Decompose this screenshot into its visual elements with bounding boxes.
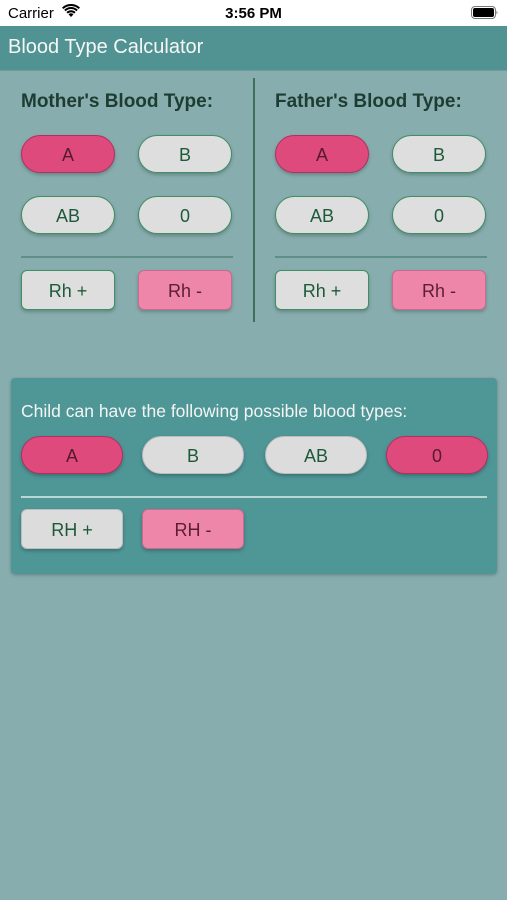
mother-type-0-button[interactable]: 0 [138,196,232,234]
status-bar: Carrier 3:56 PM [0,0,507,26]
parents-divider [253,78,255,322]
mother-type-a-button[interactable]: A [21,135,115,173]
nav-bar: Blood Type Calculator [0,26,507,71]
battery-icon [471,6,499,24]
father-divider [275,256,487,258]
father-section-title: Father's Blood Type: [275,91,462,112]
result-type-b: B [142,436,244,474]
mother-type-b-button[interactable]: B [138,135,232,173]
father-type-a-button[interactable]: A [275,135,369,173]
father-rh-positive-button[interactable]: Rh + [275,270,369,310]
status-time: 3:56 PM [225,5,282,22]
father-type-ab-button[interactable]: AB [275,196,369,234]
page-title: Blood Type Calculator [8,36,204,58]
result-type-ab: AB [265,436,367,474]
mother-divider [21,256,233,258]
father-rh-negative-button[interactable]: Rh - [392,270,486,310]
result-rh-negative: RH - [142,509,244,549]
result-type-0: 0 [386,436,488,474]
mother-type-ab-button[interactable]: AB [21,196,115,234]
result-type-a: A [21,436,123,474]
father-type-b-button[interactable]: B [392,135,486,173]
mother-rh-positive-button[interactable]: Rh + [21,270,115,310]
result-rh-positive: RH + [21,509,123,549]
mother-rh-negative-button[interactable]: Rh - [138,270,232,310]
result-panel: Child can have the following possible bl… [11,378,497,574]
father-type-0-button[interactable]: 0 [392,196,486,234]
result-title: Child can have the following possible bl… [21,401,408,421]
result-divider [21,496,487,498]
mother-section-title: Mother's Blood Type: [21,91,214,112]
